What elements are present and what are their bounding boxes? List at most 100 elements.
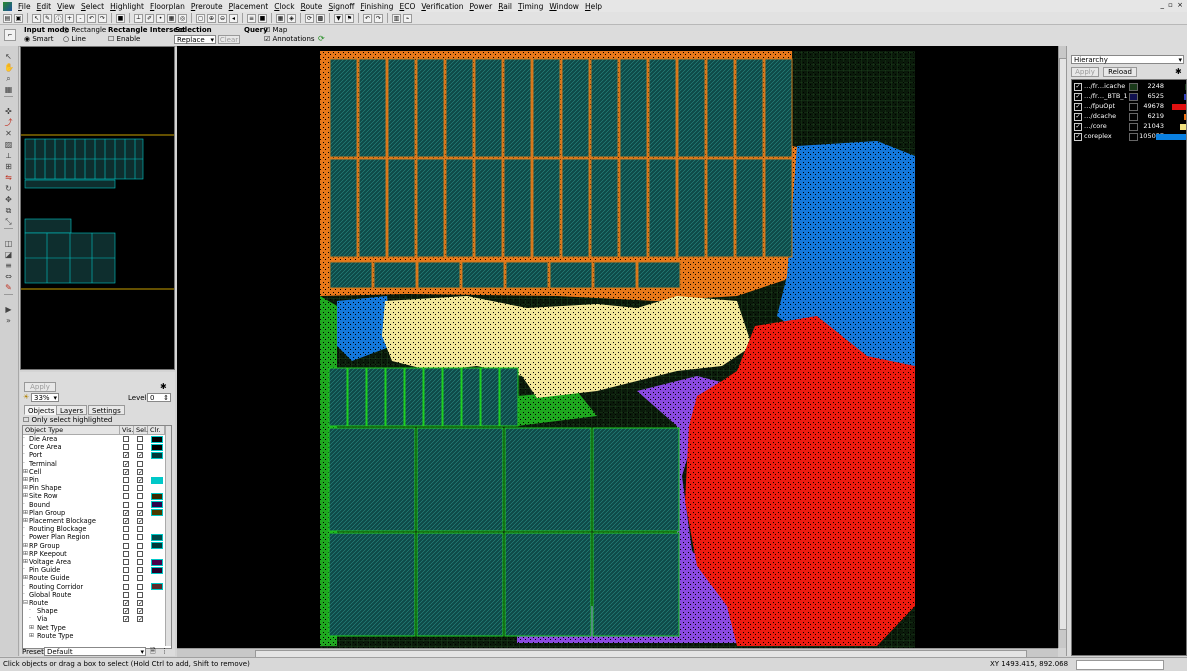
color-swatch[interactable] <box>151 509 163 517</box>
hier-gear-icon[interactable]: ✱ <box>1175 67 1182 76</box>
expander-icon[interactable]: ⊞ <box>23 558 28 566</box>
smart-radio[interactable]: ◉ Smart <box>24 35 54 43</box>
hier-row[interactable]: ✓ …/core 21043 <box>1074 122 1186 131</box>
reload-button[interactable]: Reload <box>1103 67 1137 77</box>
rotate-icon[interactable]: ↻ <box>4 184 13 193</box>
zoom-icon[interactable]: ⌕ <box>4 74 13 83</box>
select-mode-icon[interactable]: ⌐ <box>4 29 16 41</box>
sel-checkbox[interactable] <box>137 534 143 541</box>
vis-checkbox[interactable] <box>123 591 129 598</box>
hier-color-swatch[interactable] <box>1129 133 1138 141</box>
color-swatch[interactable] <box>151 566 163 574</box>
zoom-in-icon[interactable]: + <box>65 13 74 23</box>
vis-checkbox[interactable] <box>123 575 129 582</box>
map-checkbox[interactable]: ☑ Map <box>264 26 287 34</box>
object-row-voltage-area[interactable]: ⊞ Voltage Area <box>23 558 163 566</box>
delete-icon[interactable]: ✕ <box>4 129 13 138</box>
vis-checkbox[interactable] <box>123 550 129 557</box>
expander-icon[interactable]: ⊞ <box>29 632 34 640</box>
stop-icon[interactable]: ■ <box>258 13 267 23</box>
color-swatch[interactable] <box>151 501 163 509</box>
vis-checkbox[interactable]: ✓ <box>123 608 129 615</box>
menu-window[interactable]: Window <box>546 2 582 11</box>
color-swatch[interactable] <box>151 492 163 500</box>
hier-checkbox[interactable]: ✓ <box>1074 93 1082 101</box>
tab-settings[interactable]: Settings <box>88 405 125 415</box>
vis-checkbox[interactable]: ✓ <box>123 468 129 475</box>
pin-place-icon[interactable]: ✜ <box>4 107 13 116</box>
zoom-fit-icon[interactable]: ◻ <box>196 13 205 23</box>
vis-checkbox[interactable]: ✓ <box>123 460 129 467</box>
sel-checkbox[interactable] <box>137 501 143 508</box>
expander-icon[interactable]: ⊞ <box>23 574 28 582</box>
hier-color-swatch[interactable] <box>1129 123 1138 131</box>
menu-help[interactable]: Help <box>582 2 605 11</box>
hand-icon[interactable]: ✋ <box>4 63 14 72</box>
copy-icon[interactable]: ⧉ <box>4 206 13 215</box>
vis-checkbox[interactable] <box>123 436 129 442</box>
info-icon[interactable]: ⓘ <box>54 13 63 23</box>
sel-checkbox[interactable] <box>137 583 143 590</box>
grid-icon[interactable]: ▦ <box>167 13 176 23</box>
layout-canvas[interactable] <box>177 46 1058 648</box>
apply-button[interactable]: Apply <box>24 382 56 392</box>
hier-checkbox[interactable]: ✓ <box>1074 103 1082 111</box>
cell-view-icon[interactable]: ▦ <box>276 13 285 23</box>
menu-placement[interactable]: Placement <box>226 2 272 11</box>
col-object-type[interactable]: Object Type <box>23 426 120 435</box>
only-highlighted-checkbox[interactable]: ☐ Only select highlighted <box>23 416 112 424</box>
object-row-pin[interactable]: ⊞ Pin ✓ <box>23 476 163 484</box>
menu-route[interactable]: Route <box>298 2 326 11</box>
expander-icon[interactable]: ⊞ <box>23 517 28 525</box>
menu-rail[interactable]: Rail <box>495 2 515 11</box>
object-row-rp-keepout[interactable]: ⊞ RP Keepout <box>23 550 163 558</box>
flag-icon[interactable]: ⚑ <box>345 13 354 23</box>
enable-checkbox[interactable]: ☐ Enable <box>108 35 140 43</box>
palette-icon[interactable]: ▨ <box>4 140 13 149</box>
object-row-shape[interactable]: · Shape ✓ ✓ <box>23 607 163 615</box>
redo-icon[interactable]: ↷ <box>98 13 107 23</box>
gear-icon[interactable]: ✱ <box>160 382 167 391</box>
hier-color-swatch[interactable] <box>1129 93 1138 101</box>
zoom-prev-icon[interactable]: ◂ <box>229 13 238 23</box>
highlight-icon[interactable]: ■ <box>116 13 125 23</box>
chip-icon[interactable]: ▩ <box>316 13 325 23</box>
line-radio[interactable]: ○ Line <box>63 35 86 43</box>
vis-checkbox[interactable] <box>123 567 129 574</box>
object-row-port[interactable]: · Port ✓ ✓ <box>23 451 163 459</box>
expander-icon[interactable]: ⊞ <box>23 468 28 476</box>
object-row-cell[interactable]: ⊞ Cell ✓ ✓ <box>23 468 163 476</box>
object-row-rp-group[interactable]: ⊞ RP Group <box>23 542 163 550</box>
hier-row[interactable]: ✓ coreplex 105057 <box>1074 132 1186 141</box>
vis-checkbox[interactable] <box>123 534 129 541</box>
object-row-core-area[interactable]: · Core Area <box>23 443 163 451</box>
zoom-in-2-icon[interactable]: ⊕ <box>207 13 216 23</box>
object-row-route-type[interactable]: ⊞ Route Type <box>23 632 163 640</box>
sel-checkbox[interactable]: ✓ <box>137 616 143 623</box>
vis-checkbox[interactable] <box>123 583 129 590</box>
expander-icon[interactable]: ⊟ <box>23 599 28 607</box>
col-sel[interactable]: Sel. <box>134 426 148 435</box>
tab-layers[interactable]: Layers <box>56 405 88 415</box>
layout-icon[interactable]: ▥ <box>392 13 401 23</box>
menu-eco[interactable]: ECO <box>396 2 418 11</box>
hier-color-swatch[interactable] <box>1129 83 1138 91</box>
hier-checkbox[interactable]: ✓ <box>1074 83 1082 91</box>
zoom-dropdown[interactable]: 33% ▾ <box>31 393 59 402</box>
vis-checkbox[interactable]: ✓ <box>123 452 129 459</box>
menu-clock[interactable]: Clock <box>271 2 297 11</box>
object-row-routing-corridor[interactable]: · Routing Corridor <box>23 583 163 591</box>
folder-open-icon[interactable]: ▤ <box>3 13 12 23</box>
grid-select-icon[interactable]: ▦ <box>4 85 13 94</box>
pin-icon[interactable]: • <box>156 13 165 23</box>
preset-dropdown[interactable]: Default ▾ <box>44 647 146 656</box>
measure-icon[interactable]: ⟂ <box>4 151 13 160</box>
add-cell-icon[interactable]: ⊞ <box>4 162 13 171</box>
layers-icon[interactable]: ≡ <box>247 13 256 23</box>
sel-checkbox[interactable]: ✓ <box>137 518 143 525</box>
menu-floorplan[interactable]: Floorplan <box>147 2 188 11</box>
route-icon[interactable]: ⤴ <box>4 118 13 127</box>
selection-dropdown[interactable]: Replace ▾ <box>174 35 216 44</box>
expander-icon[interactable]: ⊞ <box>23 550 28 558</box>
object-row-pin-shape[interactable]: ⊞ Pin Shape <box>23 484 163 492</box>
